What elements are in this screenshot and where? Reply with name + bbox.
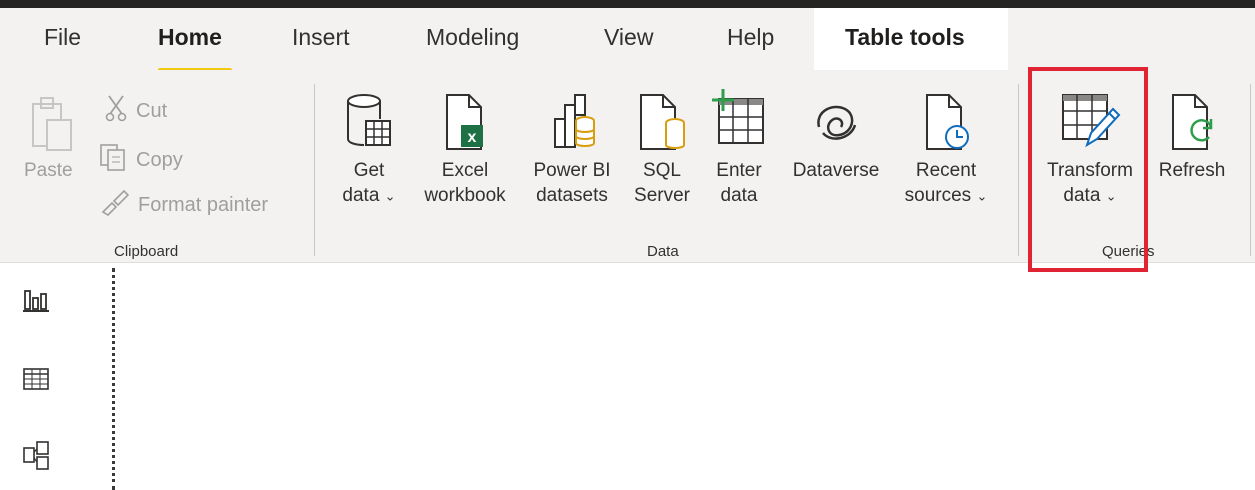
excel-label-2: workbook (424, 185, 506, 206)
tab-file[interactable]: File (44, 24, 81, 51)
get-data-button[interactable]: Get data ⌄ (336, 86, 402, 208)
sql-label-1: SQL (642, 160, 682, 181)
scissors-icon (104, 94, 128, 128)
cut-label: Cut (136, 99, 168, 122)
get-data-label-2: data (342, 185, 380, 206)
copy-button[interactable]: Copy (98, 142, 183, 178)
clipboard-group-label: Clipboard (114, 243, 179, 260)
queries-group-label: Queries (1102, 243, 1155, 260)
tab-home[interactable]: Home (158, 24, 222, 51)
tab-view[interactable]: View (604, 24, 653, 51)
cut-button[interactable]: Cut (104, 94, 167, 128)
tab-modeling[interactable]: Modeling (426, 24, 519, 51)
paintbrush-icon (100, 188, 130, 222)
excel-icon: x (410, 86, 520, 158)
sql-label-2: Server (634, 185, 690, 206)
refresh-icon (1150, 86, 1234, 158)
window-top-bar (0, 0, 1255, 8)
paste-label: Paste (24, 160, 73, 181)
power-bi-datasets-button[interactable]: Power BI datasets (522, 86, 622, 208)
sql-server-icon (624, 86, 700, 158)
tab-table-tools[interactable]: Table tools (845, 24, 965, 51)
recent-sources-icon (898, 86, 994, 158)
model-icon[interactable] (22, 440, 50, 470)
bar-chart-icon[interactable] (22, 286, 50, 314)
transform-data-icon (1036, 86, 1144, 158)
svg-text:x: x (468, 129, 477, 146)
transform-data-button[interactable]: Transform data ⌄ (1036, 86, 1144, 208)
tab-insert[interactable]: Insert (292, 24, 350, 51)
group-separator (314, 84, 315, 256)
chevron-down-icon: ⌄ (1105, 188, 1117, 204)
powerbi-label-1: Power BI (533, 160, 611, 181)
refresh-button[interactable]: Refresh (1150, 86, 1234, 183)
canvas-divider (112, 268, 115, 490)
report-canvas[interactable] (116, 263, 1255, 490)
transform-label-2: data (1063, 185, 1101, 206)
dataverse-button[interactable]: Dataverse (782, 86, 890, 183)
table-grid-icon[interactable] (22, 365, 50, 393)
excel-workbook-button[interactable]: x Excel workbook (410, 86, 520, 208)
copy-label: Copy (136, 148, 183, 171)
enter-label-1: Enter (716, 160, 762, 181)
database-icon (336, 86, 402, 158)
data-group-label: Data (647, 243, 679, 260)
dataverse-icon (782, 86, 890, 158)
group-separator (1250, 84, 1251, 256)
paste-button[interactable] (16, 90, 86, 162)
enter-label-2: data (720, 185, 758, 206)
recent-label-2: sources (904, 185, 972, 206)
transform-label-1: Transform (1047, 160, 1133, 181)
enter-data-button[interactable]: Enter data (702, 86, 776, 208)
recent-sources-button[interactable]: Recent sources ⌄ (898, 86, 994, 208)
recent-label-1: Recent (915, 160, 977, 181)
sql-server-button[interactable]: SQL Server (624, 86, 700, 208)
enter-data-table-icon (702, 86, 776, 158)
powerbi-label-2: datasets (536, 185, 608, 206)
format-painter-label: Format painter (138, 193, 269, 216)
copy-icon (98, 142, 128, 178)
tab-help[interactable]: Help (727, 24, 774, 51)
chevron-down-icon: ⌄ (976, 188, 988, 204)
paste-icon (16, 90, 86, 162)
get-data-label-1: Get (353, 160, 385, 181)
refresh-label: Refresh (1158, 160, 1226, 181)
datasets-icon (522, 86, 622, 158)
format-painter-button[interactable]: Format painter (100, 188, 268, 222)
group-separator (1018, 84, 1019, 256)
excel-label-1: Excel (441, 160, 489, 181)
chevron-down-icon: ⌄ (384, 188, 396, 204)
dataverse-label: Dataverse (792, 160, 880, 181)
